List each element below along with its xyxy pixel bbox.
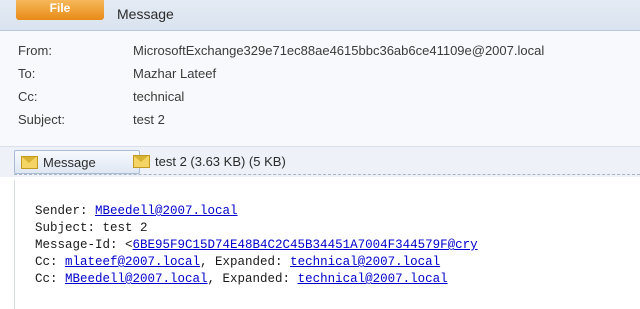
- subject-value: test 2: [133, 112, 165, 127]
- cc2-prefix: Cc:: [35, 272, 66, 286]
- cc2-expanded-link[interactable]: technical@2007.local: [298, 272, 448, 286]
- message-body-tab[interactable]: Message: [14, 150, 140, 174]
- attachment-item[interactable]: test 2 (3.63 KB) (5 KB): [127, 150, 292, 172]
- from-label: From:: [18, 43, 52, 58]
- message-header: From: MicrosoftExchange329e71ec88ae4615b…: [0, 31, 640, 146]
- cc-label: Cc:: [18, 89, 38, 104]
- subject-row: Subject: test 2: [0, 112, 640, 134]
- message-tab[interactable]: Message: [117, 5, 174, 23]
- file-tab[interactable]: File: [16, 0, 104, 20]
- from-row: From: MicrosoftExchange329e71ec88ae4615b…: [0, 43, 640, 65]
- divider: [14, 174, 640, 175]
- sender-link[interactable]: MBeedell@2007.local: [95, 204, 238, 218]
- cc-row: Cc: technical: [0, 89, 640, 111]
- cc1-link[interactable]: mlateef@2007.local: [65, 255, 200, 269]
- cc2-mid: , Expanded:: [207, 272, 298, 286]
- cc-line-2: Cc: MBeedell@2007.local, Expanded: techn…: [35, 272, 448, 286]
- attachment-bar: Message test 2 (3.63 KB) (5 KB): [0, 146, 640, 177]
- sender-prefix: Sender:: [35, 204, 96, 218]
- ribbon-tab-strip: File Message: [0, 0, 640, 31]
- cc-line-1: Cc: mlateef@2007.local, Expanded: techni…: [35, 255, 440, 269]
- envelope-icon: [133, 154, 150, 168]
- envelope-icon: [21, 155, 38, 169]
- cc2-link[interactable]: MBeedell@2007.local: [65, 272, 208, 286]
- message-body-tab-label: Message: [43, 154, 96, 170]
- message-id-link[interactable]: 6BE95F9C15D74E48B4C2C45B34451A7004F34457…: [133, 238, 478, 252]
- message-body: Sender: MBeedell@2007.local Subject: tes…: [14, 180, 640, 309]
- message-id-prefix: Message-Id: <: [35, 238, 133, 252]
- to-row: To: Mazhar Lateef: [0, 66, 640, 88]
- message-id-line: Message-Id: <6BE95F9C15D74E48B4C2C45B344…: [35, 238, 478, 252]
- cc-value[interactable]: technical: [133, 89, 184, 104]
- from-value[interactable]: MicrosoftExchange329e71ec88ae4615bbc36ab…: [133, 43, 544, 58]
- sender-line: Sender: MBeedell@2007.local: [35, 204, 238, 218]
- to-value[interactable]: Mazhar Lateef: [133, 66, 216, 81]
- cc1-expanded-link[interactable]: technical@2007.local: [290, 255, 440, 269]
- attachment-label: test 2 (3.63 KB) (5 KB): [155, 153, 286, 169]
- to-label: To:: [18, 66, 36, 81]
- subject-line: Subject: test 2: [35, 221, 148, 235]
- subject-label: Subject:: [18, 112, 65, 127]
- cc1-prefix: Cc:: [35, 255, 66, 269]
- cc1-mid: , Expanded:: [200, 255, 291, 269]
